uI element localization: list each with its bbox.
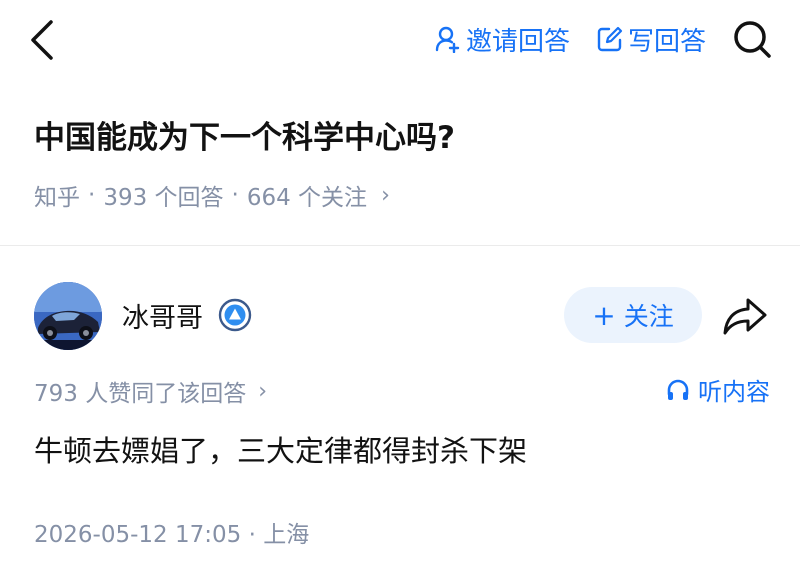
search-button[interactable] bbox=[732, 19, 772, 59]
top-actions: 邀请回答 写回答 bbox=[434, 14, 772, 64]
avatar[interactable] bbox=[34, 282, 102, 350]
answers-count: 393 个回答 bbox=[103, 185, 224, 211]
divider bbox=[0, 245, 800, 246]
invite-answer-label: 邀请回答 bbox=[465, 26, 570, 57]
chevron-left-icon bbox=[31, 20, 53, 60]
verified-badge-icon bbox=[218, 298, 252, 332]
share-icon[interactable] bbox=[722, 296, 768, 336]
answer-timestamp: 2026-05-12 17:05 · 上海 bbox=[34, 522, 310, 548]
chevron-right-icon: › bbox=[258, 378, 268, 404]
headphones-icon bbox=[667, 379, 689, 400]
car-avatar-image bbox=[34, 282, 102, 350]
meta-separator: · bbox=[88, 182, 96, 208]
question-title[interactable]: 中国能成为下一个科学中心吗? bbox=[34, 112, 455, 157]
plus-icon: + bbox=[592, 298, 616, 332]
upvote-text: 793 人赞同了该回答 bbox=[34, 381, 247, 407]
write-answer-label: 写回答 bbox=[627, 26, 706, 57]
write-answer-button[interactable]: 写回答 bbox=[596, 21, 706, 58]
chevron-right-icon: › bbox=[381, 182, 390, 208]
search-icon bbox=[734, 21, 771, 58]
meta-separator: · bbox=[231, 182, 239, 208]
answer-content[interactable]: 牛顿去嫖娼了，三大定律都得封杀下架 bbox=[34, 428, 527, 470]
invite-answer-button[interactable]: 邀请回答 bbox=[434, 21, 570, 58]
listen-content-button[interactable]: 听内容 bbox=[666, 372, 770, 407]
back-button[interactable] bbox=[22, 16, 62, 64]
question-source: 知乎 bbox=[34, 185, 80, 211]
invite-user-icon bbox=[435, 26, 460, 53]
follow-label: 关注 bbox=[623, 302, 674, 331]
edit-icon bbox=[597, 26, 623, 52]
follow-button[interactable]: + 关注 bbox=[564, 287, 702, 343]
question-meta[interactable]: 知乎 · 393 个回答 · 664 个关注 › bbox=[34, 178, 390, 212]
upvote-summary[interactable]: 793 人赞同了该回答 › bbox=[34, 374, 267, 408]
followers-count: 664 个关注 bbox=[246, 185, 368, 211]
listen-content-label: 听内容 bbox=[698, 378, 770, 406]
author-name[interactable]: 冰哥哥 bbox=[122, 296, 203, 335]
answer-page: 邀请回答 写回答 中国能成为下一个科学中心吗? 知乎 · 393 个回答 · 6… bbox=[0, 0, 800, 570]
